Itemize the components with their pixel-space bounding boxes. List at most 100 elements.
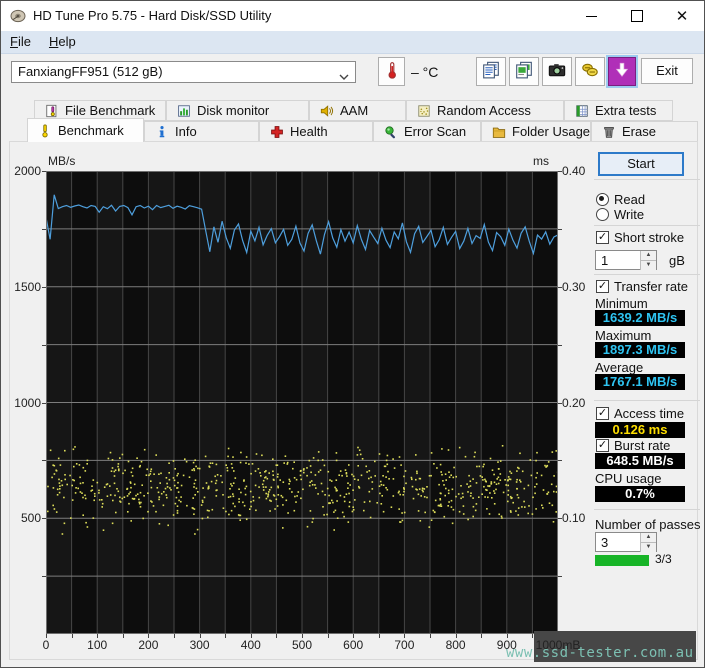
access-time-label: Access time xyxy=(614,406,685,421)
x-axis-tick-label: 400 xyxy=(240,638,261,652)
grid xyxy=(46,171,558,634)
minimum-value: 1639.2 MB/s xyxy=(595,310,685,326)
erase-icon xyxy=(602,125,616,139)
tab-benchmark[interactable]: Benchmark xyxy=(27,118,144,142)
app-window: HD Tune Pro 5.75 - Hard Disk/SSD Utility… xyxy=(0,0,705,668)
axis-tick xyxy=(42,171,46,172)
tab-erase[interactable]: Erase xyxy=(591,121,698,142)
tab-error-scan[interactable]: Error Scan xyxy=(373,121,481,142)
copy-image-icon xyxy=(515,61,533,82)
tab-label: Error Scan xyxy=(404,124,467,139)
axis-tick xyxy=(42,286,46,288)
tab-label: Benchmark xyxy=(58,123,124,138)
short-stroke-label: Short stroke xyxy=(614,230,685,245)
minimum-label: Minimum xyxy=(595,296,648,311)
burst-rate-label: Burst rate xyxy=(614,438,671,453)
tab-label: File Benchmark xyxy=(65,103,156,118)
number-of-passes-stepper[interactable]: 3 ▲ ▼ xyxy=(595,532,657,552)
x-axis-tick-label: 800 xyxy=(445,638,466,652)
tab-extra-tests[interactable]: Extra tests xyxy=(564,100,673,121)
x-axis-tick-label: 600 xyxy=(343,638,364,652)
axis-tick xyxy=(42,518,46,520)
health-icon xyxy=(270,125,284,139)
random-access-icon xyxy=(417,104,431,118)
axis-tick xyxy=(558,460,562,462)
minimize-icon xyxy=(586,15,597,17)
menu-item-help[interactable]: Help xyxy=(40,31,85,53)
tab-health[interactable]: Health xyxy=(259,121,373,142)
hdd-icon xyxy=(10,8,26,24)
tab-label: AAM xyxy=(340,103,369,118)
tab-label: Health xyxy=(290,124,328,139)
tab-disk-monitor[interactable]: Disk monitor xyxy=(166,100,309,121)
maximum-label: Maximum xyxy=(595,328,652,343)
x-axis-tick-label: 0 xyxy=(42,638,50,652)
x-axis-tick-label: 700 xyxy=(394,638,415,652)
cpu-usage-value: 0.7% xyxy=(595,486,685,502)
access-time-checkbox[interactable]: ✓ xyxy=(596,407,609,420)
stepper-down-button[interactable]: ▼ xyxy=(640,260,656,270)
right-axis-tick-label: 0.30 xyxy=(562,279,586,294)
stepper-up-button[interactable]: ▲ xyxy=(640,533,656,542)
info-icon xyxy=(155,125,169,139)
burst-rate-checkbox[interactable]: ✓ xyxy=(596,439,609,452)
tab-random-access[interactable]: Random Access xyxy=(406,100,564,121)
device-select-value: FanxiangFF951 (512 gB) xyxy=(18,64,163,79)
toolbar: FanxiangFF951 (512 gB) – °C Exit xyxy=(1,54,704,99)
short-stroke-checkbox[interactable]: ✓ xyxy=(596,231,609,244)
close-button[interactable]: ✕ xyxy=(659,1,704,31)
donate-button[interactable] xyxy=(575,57,605,86)
pass-progress-bar xyxy=(595,555,649,566)
axis-tick xyxy=(42,460,46,462)
axis-tick xyxy=(558,344,562,346)
benchmark-chart xyxy=(46,171,558,634)
divider xyxy=(594,509,700,510)
exit-button[interactable]: Exit xyxy=(641,58,693,84)
minimize-button[interactable] xyxy=(569,1,614,31)
temperature-button[interactable] xyxy=(378,57,405,86)
tab-aam[interactable]: AAM xyxy=(309,100,406,121)
thermometer-icon xyxy=(383,61,401,82)
stepper-down-button[interactable]: ▼ xyxy=(640,542,656,552)
cpu-usage-label: CPU usage xyxy=(595,471,662,486)
write-radio[interactable] xyxy=(596,208,609,221)
transfer-rate-label: Transfer rate xyxy=(614,279,688,294)
close-icon: ✕ xyxy=(675,7,689,25)
axis-tick xyxy=(558,286,562,288)
copy-text-icon xyxy=(482,61,500,82)
access-time-value: 0.126 ms xyxy=(595,422,685,438)
screenshot-button[interactable] xyxy=(542,57,572,86)
x-axis-tick-label: 100 xyxy=(87,638,108,652)
divider xyxy=(594,225,700,226)
tab-folder-usage[interactable]: Folder Usage xyxy=(481,121,591,142)
x-axis-tick-label: 500 xyxy=(291,638,313,652)
extra-tests-icon xyxy=(575,104,589,118)
read-radio[interactable] xyxy=(596,193,609,206)
axis-tick xyxy=(42,228,46,230)
divider xyxy=(594,400,700,401)
camera-icon xyxy=(548,61,566,82)
stepper-up-button[interactable]: ▲ xyxy=(640,251,656,260)
transfer-rate-checkbox[interactable]: ✓ xyxy=(596,280,609,293)
axis-tick xyxy=(558,576,562,578)
left-axis-tick-label: 1000 xyxy=(14,395,41,410)
download-button[interactable] xyxy=(608,57,636,86)
number-of-passes-label: Number of passes xyxy=(595,517,701,532)
copy-text-button[interactable] xyxy=(476,57,506,86)
device-select[interactable]: FanxiangFF951 (512 gB) xyxy=(11,61,356,83)
axis-tick xyxy=(558,402,562,404)
x-axis-tick-label: 200 xyxy=(138,638,159,652)
start-button[interactable]: Start xyxy=(598,152,684,176)
copy-image-button[interactable] xyxy=(509,57,539,86)
maximize-button[interactable] xyxy=(614,1,659,31)
tab-label: Random Access xyxy=(437,103,531,118)
menu-item-file[interactable]: File xyxy=(1,31,40,53)
error-scan-icon xyxy=(384,125,398,139)
read-radio-label: Read xyxy=(614,192,646,207)
tab-info[interactable]: Info xyxy=(144,121,259,142)
tab-label: Info xyxy=(175,124,197,139)
right-axis-unit-label: ms xyxy=(533,154,549,168)
short-stroke-size-stepper[interactable]: 1 ▲ ▼ xyxy=(595,250,657,270)
burst-rate-value: 648.5 MB/s xyxy=(595,453,685,469)
disk-monitor-icon xyxy=(177,104,191,118)
